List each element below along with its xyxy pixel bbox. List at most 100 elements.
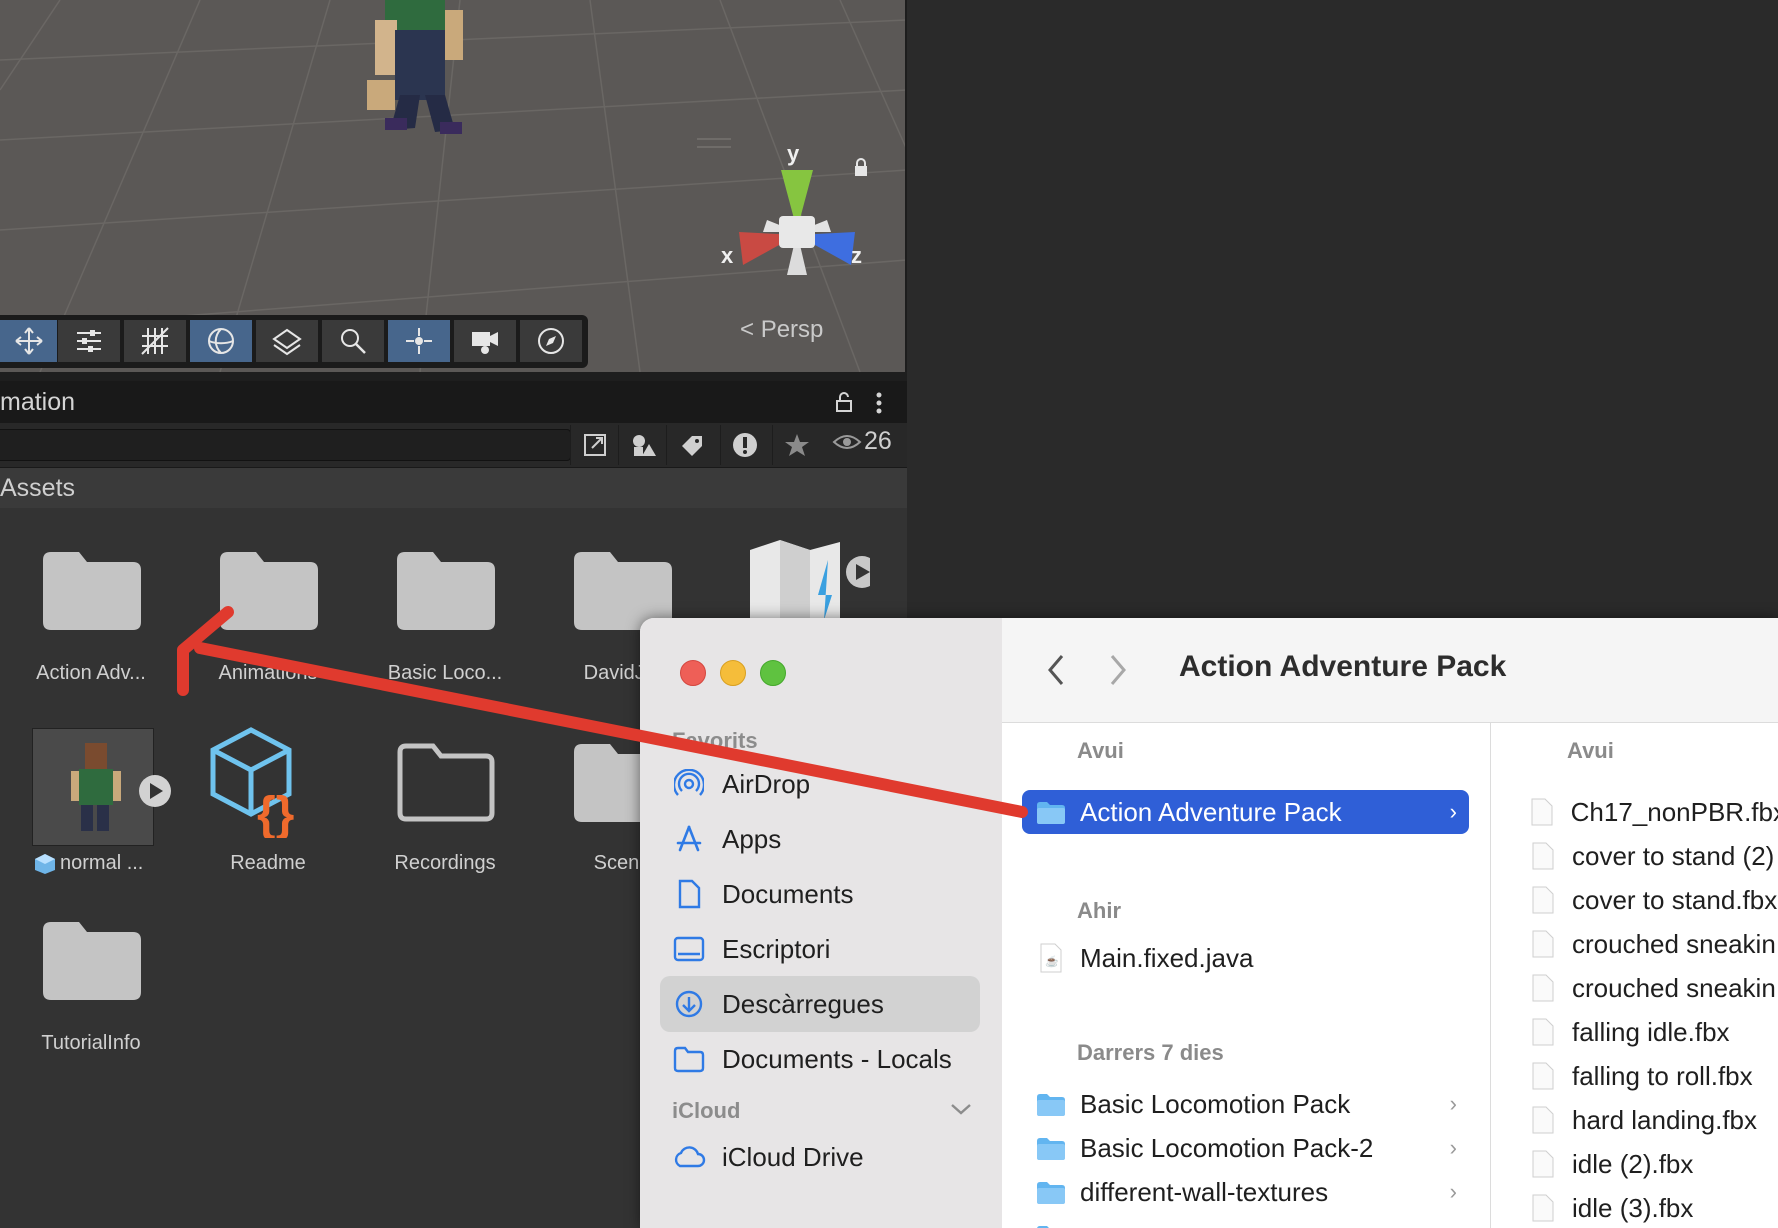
file-list-item[interactable]: hard landing.fbx [1526, 1098, 1778, 1142]
sidebar-item-apps[interactable]: Apps [660, 811, 980, 867]
file-list-item[interactable]: crouched sneakin [1526, 922, 1778, 966]
sidebar-item-documents[interactable]: Documents [660, 866, 980, 922]
breadcrumb: Assets [0, 468, 907, 508]
external-window-icon [584, 434, 606, 456]
item-label: cover to stand.fbx [1572, 884, 1778, 915]
folder-icon [1037, 1138, 1065, 1160]
item-label: Basic Locomotion Pack [1080, 1088, 1351, 1119]
finder-toolbar: Action Adventure Pack [1002, 618, 1778, 723]
sidebar-item-downloads[interactable]: Descàrregues [660, 976, 980, 1032]
list-item-main-java[interactable]: ☕ Main.fixed.java [1022, 936, 1469, 980]
sidebar-item-label: iCloud Drive [722, 1141, 864, 1172]
transform-icon [406, 328, 432, 354]
finder-window: Favorits AirDrop Apps Documents Escripto… [640, 618, 1778, 1228]
project-search-row: 26 [0, 423, 907, 468]
favorites-button[interactable] [772, 425, 821, 465]
asset-label: normal ... [60, 852, 144, 874]
chevron-right-icon: › [1449, 1135, 1457, 1160]
close-window-button[interactable] [680, 660, 706, 686]
scene-view[interactable]: y x z < Persp [0, 0, 907, 372]
item-label: textures [1080, 1221, 1173, 1228]
finder-sidebar: Favorits AirDrop Apps Documents Escripto… [640, 618, 1003, 1228]
file-list-item[interactable]: falling to roll.fbx [1526, 1054, 1778, 1098]
asset-item[interactable]: Recordings [370, 718, 520, 874]
lock-icon[interactable] [853, 158, 869, 178]
list-item-folder[interactable]: different-wall-textures › [1022, 1170, 1469, 1214]
sidebar-item-label: Apps [722, 823, 782, 854]
list-item-folder[interactable]: Basic Locomotion Pack › [1022, 1082, 1469, 1126]
file-list-item[interactable]: cover to stand.fbx [1526, 878, 1778, 922]
file-list-item[interactable]: Ch17_nonPBR.fbx [1526, 790, 1778, 834]
minimize-window-button[interactable] [720, 660, 746, 686]
lock-icon[interactable] [835, 391, 853, 413]
asset-item[interactable]: Basic Loco... [370, 548, 520, 688]
folder-icon [1037, 1226, 1049, 1228]
open-window-button[interactable] [570, 425, 619, 465]
grid-snap-button[interactable] [124, 320, 187, 362]
panel-tab-title[interactable]: mation [0, 388, 75, 417]
asset-item[interactable]: {} Readme [193, 718, 343, 874]
transform-button[interactable] [388, 320, 451, 362]
filter-by-label-button[interactable] [666, 425, 715, 465]
sidebar-item-desktop[interactable]: Escriptori [660, 921, 980, 977]
file-list-item[interactable]: idle (3).fbx [1526, 1186, 1778, 1228]
sidebar-item-airdrop[interactable]: AirDrop [660, 756, 980, 812]
list-item-folder[interactable]: Basic Locomotion Pack-2 › [1022, 1126, 1469, 1170]
axis-x-label: x [721, 243, 734, 268]
settings-tool-button[interactable] [58, 320, 121, 362]
global-space-button[interactable] [190, 320, 253, 362]
column-group-header: Darrers 7 dies [1077, 1040, 1224, 1065]
star-icon [785, 434, 809, 456]
layers-button[interactable] [256, 320, 319, 362]
chevron-down-icon[interactable] [950, 1102, 972, 1116]
character-preview [367, 0, 463, 134]
asset-label-row: normal ... [34, 852, 143, 875]
folder-outline-icon [673, 1046, 705, 1073]
column-divider[interactable] [1490, 722, 1491, 1228]
play-icon[interactable] [138, 774, 172, 808]
apps-icon [676, 825, 702, 852]
asset-item[interactable]: TutorialInfo [16, 918, 166, 1068]
tag-icon [682, 436, 702, 456]
filter-by-type-button[interactable] [618, 425, 667, 465]
folder-icon [1037, 802, 1065, 824]
downloads-icon [675, 990, 703, 1018]
more-options-icon[interactable] [874, 391, 884, 415]
search-input[interactable] [0, 429, 571, 461]
asset-item[interactable]: Animations [193, 548, 343, 688]
maximize-window-button[interactable] [760, 660, 786, 686]
sidebar-item-local-documents[interactable]: Documents - Locals [660, 1031, 980, 1087]
projection-toggle[interactable]: < Persp [740, 316, 823, 344]
finder-content: Action Adventure Pack Avui Action Advent… [1002, 618, 1778, 1228]
back-icon[interactable] [1044, 652, 1068, 688]
project-tab-strip [0, 372, 907, 381]
forward-icon[interactable] [1106, 652, 1130, 688]
camera-button[interactable] [454, 320, 517, 362]
zoom-button[interactable] [322, 320, 385, 362]
file-list-item[interactable]: idle (2).fbx [1526, 1142, 1778, 1186]
list-item-folder[interactable]: textures › [1022, 1214, 1469, 1228]
file-list-item[interactable]: cover to stand (2) [1526, 834, 1778, 878]
file-icon [1526, 1062, 1560, 1090]
item-label: crouched sneakin [1572, 972, 1776, 1003]
sidebar-item-label: Documents - Locals [722, 1043, 952, 1074]
move-tool-button[interactable] [0, 320, 58, 362]
desktop-icon [673, 936, 705, 962]
breadcrumb-assets[interactable]: Assets [0, 474, 75, 503]
hidden-packages-toggle[interactable]: 26 [832, 427, 892, 456]
asset-item[interactable]: normal ... [16, 718, 176, 874]
file-icon [1526, 886, 1560, 914]
file-list-item[interactable]: crouched sneakin [1526, 966, 1778, 1010]
navigation-button[interactable] [520, 320, 583, 362]
asset-item[interactable]: Action Adv... [16, 548, 166, 688]
persp-label: Persp [760, 316, 824, 343]
file-icon [1526, 1150, 1560, 1178]
folder-icon [43, 922, 141, 1000]
svg-text:{}: {} [257, 788, 294, 838]
file-list-item[interactable]: falling idle.fbx [1526, 1010, 1778, 1054]
chevron-right-icon: › [1449, 1091, 1457, 1116]
warning-filter-button[interactable] [720, 425, 769, 465]
sidebar-item-icloud-drive[interactable]: iCloud Drive [660, 1129, 980, 1185]
list-item-action-adventure-pack[interactable]: Action Adventure Pack › [1022, 790, 1469, 834]
chevron-right-icon: › [1449, 1179, 1457, 1204]
